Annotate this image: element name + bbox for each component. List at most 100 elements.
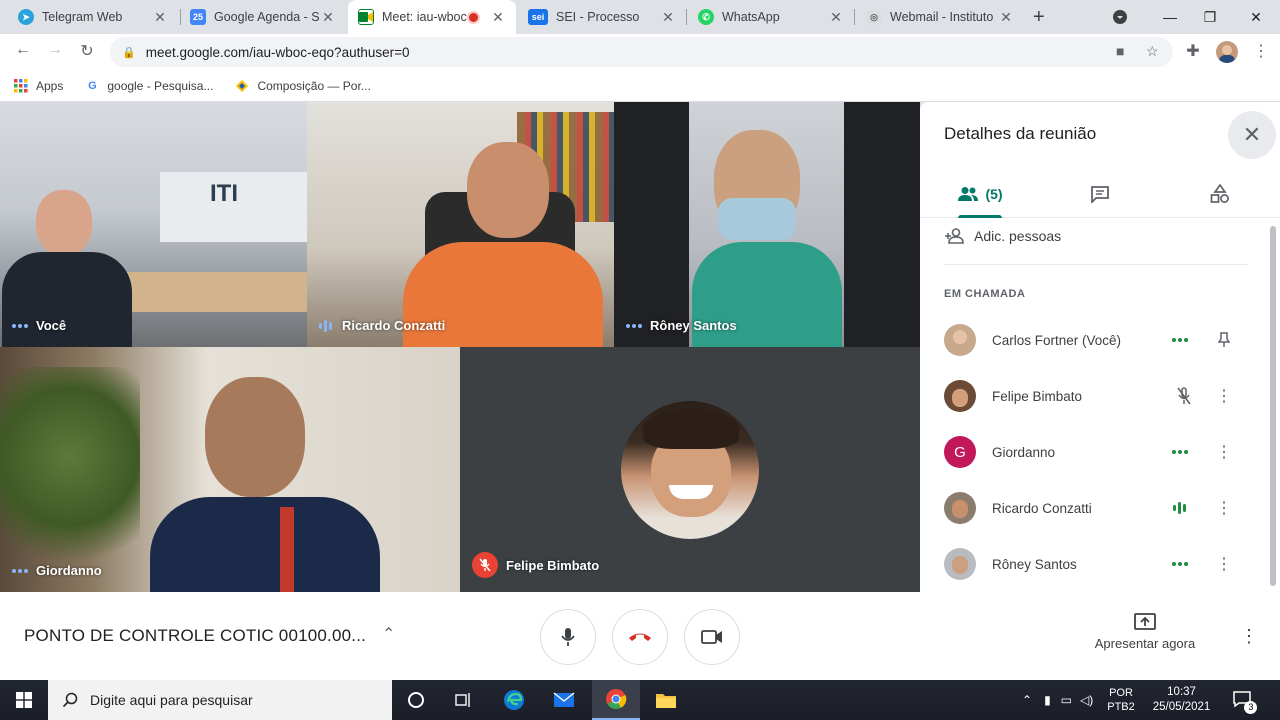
- video-tile-felipe[interactable]: Felipe Bimbato: [460, 347, 920, 592]
- video-tile-giordanno[interactable]: Giordanno: [0, 347, 460, 592]
- video-camera-icon: [701, 630, 722, 644]
- close-icon[interactable]: ✕: [152, 9, 168, 26]
- close-icon[interactable]: ✕: [660, 9, 676, 26]
- camera-icon[interactable]: ■: [1116, 43, 1124, 59]
- video-grid: ITI Você Ricardo Conzatti Rôney Santos G…: [0, 102, 920, 592]
- video-tile-voce[interactable]: ITI Você: [0, 102, 307, 347]
- more-options-icon[interactable]: ⋮: [1240, 626, 1258, 647]
- taskbar-search[interactable]: Digite aqui para pesquisar: [48, 680, 392, 720]
- recording-icon: [467, 10, 480, 24]
- person-head: [205, 377, 305, 497]
- add-people-label: Adic. pessoas: [974, 228, 1062, 244]
- shirt-stripe: [280, 507, 294, 592]
- mic-off-icon: [472, 552, 498, 578]
- microphone-button[interactable]: [540, 609, 596, 665]
- avatar: G: [944, 436, 976, 468]
- network-icon[interactable]: ▭: [1061, 693, 1072, 707]
- tile-name: Você: [12, 318, 66, 333]
- tab-search-icon[interactable]: [1100, 0, 1140, 34]
- reload-icon[interactable]: ↻: [76, 41, 98, 61]
- more-options-icon[interactable]: ⋮: [1204, 442, 1244, 462]
- chrome-icon[interactable]: [592, 680, 640, 720]
- add-people-button[interactable]: Adic. pessoas: [944, 228, 1061, 244]
- tab-telegram[interactable]: ➤ Telegram Web ✕: [8, 0, 178, 34]
- avatar: [944, 380, 976, 412]
- edge-icon[interactable]: [490, 680, 538, 720]
- forward-arrow-icon[interactable]: →: [44, 41, 66, 59]
- divider: [944, 264, 1248, 265]
- sei-icon: sei: [528, 9, 548, 25]
- notifications-icon[interactable]: 3: [1232, 690, 1258, 714]
- more-options-icon[interactable]: ⋮: [1204, 554, 1244, 574]
- tab-google-agenda[interactable]: 25 Google Agenda - S ✕: [180, 0, 346, 34]
- tab-title: Webmail - Instituto: [890, 10, 994, 24]
- panel-title: Detalhes da reunião: [944, 124, 1097, 143]
- close-icon[interactable]: ✕: [320, 9, 336, 26]
- camera-button[interactable]: [684, 609, 740, 665]
- participant-name: Giordanno: [992, 444, 1056, 460]
- telegram-icon: ➤: [18, 9, 34, 25]
- more-options-icon[interactable]: ⋮: [1204, 498, 1244, 518]
- tab-webmail[interactable]: ◎ Webmail - Instituto ✕: [856, 0, 1024, 34]
- bookmark-star-icon[interactable]: ☆: [1146, 43, 1159, 60]
- avatar: [944, 324, 976, 356]
- back-arrow-icon[interactable]: ←: [12, 41, 34, 59]
- face-mask: [718, 198, 796, 240]
- extensions-icon[interactable]: ✚: [1182, 41, 1204, 61]
- audio-dots-icon: [1164, 450, 1204, 454]
- mail-icon[interactable]: [540, 680, 588, 720]
- restore-icon[interactable]: ❐: [1190, 0, 1230, 34]
- tab-activities[interactable]: [1180, 170, 1260, 218]
- url-text: meet.google.com/iau-wboc-eqo?authuser=0: [145, 44, 410, 60]
- pin-icon[interactable]: [1204, 332, 1244, 348]
- cortana-icon[interactable]: [392, 680, 440, 720]
- participant-row[interactable]: Carlos Fortner (Você): [944, 320, 1254, 360]
- participant-row[interactable]: Ricardo Conzatti ⋮: [944, 488, 1254, 528]
- participant-row[interactable]: Felipe Bimbato ⋮: [944, 376, 1254, 416]
- usb-icon[interactable]: ▮: [1044, 693, 1051, 707]
- bookmark-composicao[interactable]: Composição — Por...: [235, 79, 371, 93]
- participant-row[interactable]: G Giordanno ⋮: [944, 432, 1254, 472]
- close-panel-icon[interactable]: ✕: [1228, 111, 1276, 159]
- close-icon[interactable]: ✕: [490, 9, 506, 26]
- minimize-icon[interactable]: —: [1150, 0, 1190, 34]
- clock[interactable]: 10:37 25/05/2021: [1153, 685, 1211, 715]
- tile-name: Rôney Santos: [626, 318, 737, 333]
- browser-menu-icon[interactable]: ⋮: [1250, 41, 1272, 61]
- close-icon[interactable]: ✕: [998, 9, 1014, 26]
- video-tile-roney[interactable]: Rôney Santos: [614, 102, 920, 347]
- task-view-icon[interactable]: [440, 680, 488, 720]
- desk: [120, 272, 307, 312]
- bookmark-google-search[interactable]: G google - Pesquisa...: [85, 79, 213, 93]
- people-count: (5): [985, 186, 1003, 202]
- present-now-button[interactable]: Apresentar agora: [1086, 612, 1204, 651]
- participant-row[interactable]: Rôney Santos ⋮: [944, 544, 1254, 584]
- profile-avatar[interactable]: [1216, 41, 1238, 63]
- tab-people[interactable]: (5): [940, 170, 1020, 218]
- chevron-up-icon[interactable]: ⌃: [1022, 693, 1032, 707]
- active-tab-indicator: [958, 215, 1002, 218]
- close-icon[interactable]: ✕: [828, 9, 844, 26]
- bookmark-apps[interactable]: Apps: [14, 78, 63, 93]
- tab-chat[interactable]: [1060, 170, 1140, 218]
- keyboard-language[interactable]: POR PTB2: [1107, 686, 1135, 714]
- volume-icon[interactable]: ◁): [1080, 693, 1093, 707]
- audio-dots-icon: [12, 323, 28, 328]
- video-tile-ricardo[interactable]: Ricardo Conzatti: [307, 102, 614, 347]
- audio-dots-icon: [1164, 562, 1204, 566]
- more-options-icon[interactable]: ⋮: [1204, 386, 1244, 406]
- chevron-up-icon[interactable]: ⌃: [382, 624, 395, 644]
- address-bar[interactable]: 🔒 meet.google.com/iau-wboc-eqo?authuser=…: [110, 37, 1173, 67]
- new-tab-icon[interactable]: +: [1033, 6, 1045, 29]
- tab-meet[interactable]: Meet: iau-wboc ✕: [348, 0, 516, 34]
- chat-icon: [1091, 186, 1109, 203]
- panel-scrollbar[interactable]: [1270, 226, 1276, 586]
- tab-sei[interactable]: sei SEI - Processo ✕: [518, 0, 686, 34]
- windows-start-icon[interactable]: [0, 680, 48, 720]
- window-close-icon[interactable]: ✕: [1236, 0, 1276, 34]
- tab-whatsapp[interactable]: ✆ WhatsApp ✕: [688, 0, 854, 34]
- leave-call-button[interactable]: [612, 609, 668, 665]
- avatar: [621, 401, 759, 539]
- tab-separator: [854, 9, 855, 25]
- file-explorer-icon[interactable]: [642, 680, 690, 720]
